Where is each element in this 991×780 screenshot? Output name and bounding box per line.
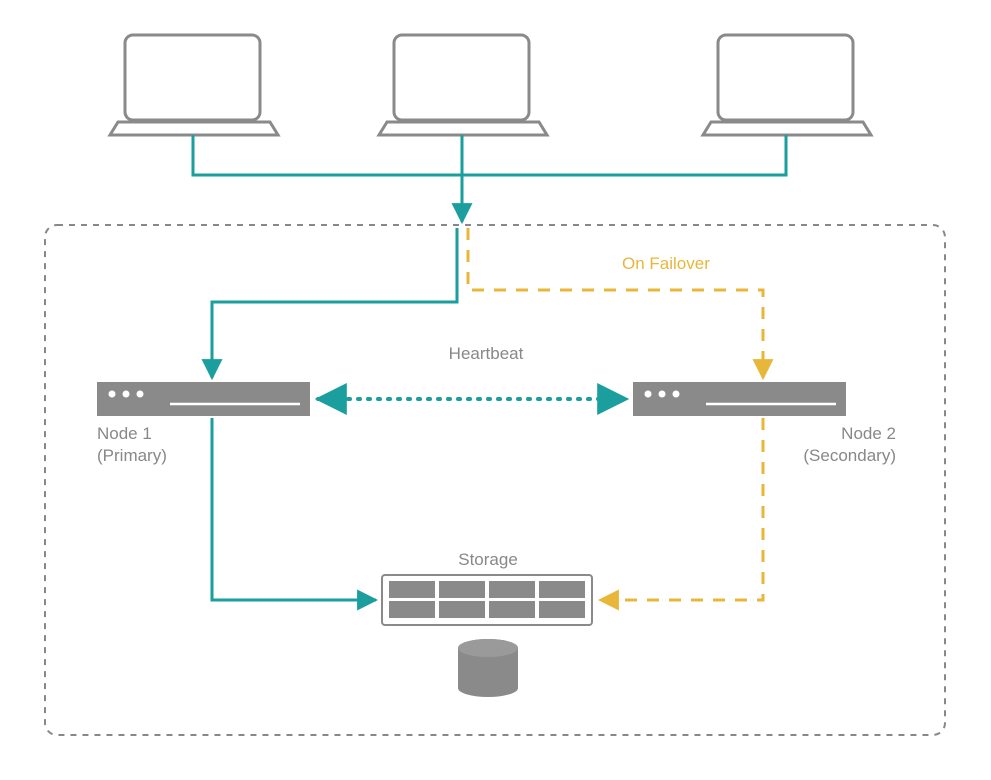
client-laptop-3 <box>703 35 871 135</box>
node1-to-storage <box>212 418 376 600</box>
node1-label-line2: (Primary) <box>97 446 167 466</box>
storage-label: Storage <box>458 550 518 570</box>
node2-to-storage <box>600 418 763 600</box>
storage-array <box>382 575 592 625</box>
failover-label: On Failover <box>622 254 710 274</box>
node2-label-line2: (Secondary) <box>803 446 896 466</box>
node1-server <box>97 382 310 416</box>
heartbeat-label: Heartbeat <box>449 344 524 364</box>
disk-icon <box>458 639 518 697</box>
failover-diagram: Heartbeat On Failover Storage Node 1 (Pr… <box>0 0 991 780</box>
primary-path <box>212 228 457 378</box>
node2-label-line1: Node 2 <box>841 424 896 444</box>
node1-label-line1: Node 1 <box>97 424 152 444</box>
client-connections <box>193 135 786 222</box>
client-laptop-2 <box>379 35 547 135</box>
node2-server <box>633 382 846 416</box>
client-laptop-1 <box>110 35 278 135</box>
